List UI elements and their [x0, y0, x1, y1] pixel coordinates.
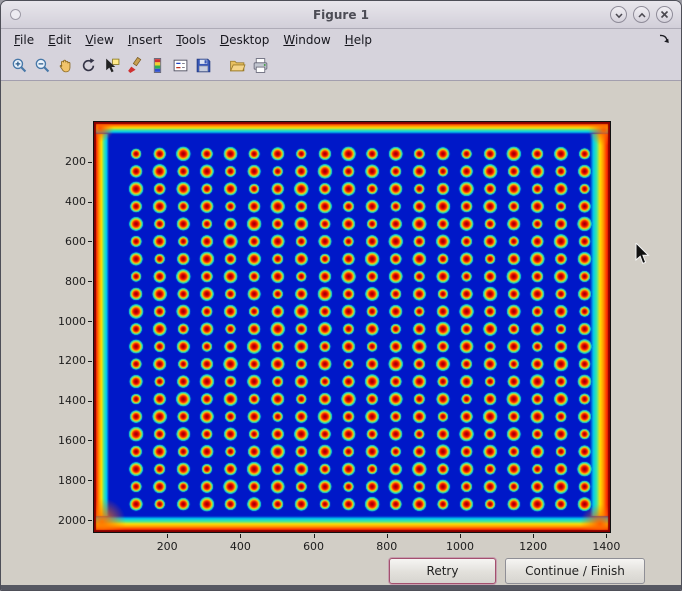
pan-icon: [57, 57, 74, 74]
menu-item-window[interactable]: Window: [276, 31, 337, 49]
x-tick-label: 1400: [586, 540, 626, 553]
menu-item-desktop[interactable]: Desktop: [213, 31, 277, 49]
x-tick-mark: [240, 534, 241, 538]
y-tick-mark: [88, 361, 92, 362]
zoom-out-icon: [34, 57, 51, 74]
x-tick-label: 800: [367, 540, 407, 553]
plot-area: [93, 121, 611, 533]
y-tick-label: 1600: [44, 434, 86, 447]
continue-finish-button[interactable]: Continue / Finish: [505, 558, 645, 584]
y-tick-label: 1000: [44, 315, 86, 328]
y-tick-mark: [88, 520, 92, 521]
print-button[interactable]: [249, 55, 271, 77]
zoom-in-icon: [11, 57, 28, 74]
save-icon: [195, 57, 212, 74]
window-bottom-edge: [1, 585, 681, 590]
y-tick-label: 1400: [44, 394, 86, 407]
figure-window: Figure 1 FileEditViewInsertToolsDesktopW…: [0, 0, 682, 591]
brush-icon: [126, 57, 143, 74]
x-tick-mark: [533, 534, 534, 538]
x-tick-mark: [314, 534, 315, 538]
menu-item-tools[interactable]: Tools: [169, 31, 213, 49]
y-tick-label: 1800: [44, 474, 86, 487]
y-tick-label: 200: [44, 155, 86, 168]
y-tick-mark: [88, 321, 92, 322]
x-tick-label: 400: [220, 540, 260, 553]
x-tick-mark: [387, 534, 388, 538]
zoom-in-button[interactable]: [8, 55, 30, 77]
y-tick-label: 600: [44, 235, 86, 248]
x-tick-mark: [460, 534, 461, 538]
figure-image[interactable]: [94, 122, 610, 532]
save-button[interactable]: [192, 55, 214, 77]
window-menu-icon[interactable]: [10, 9, 21, 20]
menu-item-insert[interactable]: Insert: [121, 31, 169, 49]
y-tick-label: 800: [44, 275, 86, 288]
toolbar: [1, 51, 681, 81]
menu-bar: FileEditViewInsertToolsDesktopWindowHelp: [1, 29, 681, 51]
y-tick-label: 2000: [44, 514, 86, 527]
data-cursor-icon: [103, 57, 120, 74]
window-title: Figure 1: [1, 8, 681, 22]
y-tick-mark: [88, 241, 92, 242]
data-cursor-button[interactable]: [100, 55, 122, 77]
x-tick-label: 1200: [513, 540, 553, 553]
legend-icon: [172, 57, 189, 74]
menu-item-edit[interactable]: Edit: [41, 31, 78, 49]
close-icon: [660, 7, 669, 22]
open-icon: [229, 57, 246, 74]
menu-item-file[interactable]: File: [7, 31, 41, 49]
menu-item-help[interactable]: Help: [338, 31, 379, 49]
retry-button[interactable]: Retry: [389, 558, 496, 584]
y-tick-mark: [88, 162, 92, 163]
colorbar-icon: [149, 57, 166, 74]
y-tick-mark: [88, 202, 92, 203]
rotate-3d-icon: [80, 57, 97, 74]
x-tick-label: 600: [294, 540, 334, 553]
title-bar[interactable]: Figure 1: [1, 1, 681, 29]
x-tick-mark: [606, 534, 607, 538]
y-tick-label: 400: [44, 195, 86, 208]
brush-button[interactable]: [123, 55, 145, 77]
x-tick-label: 200: [147, 540, 187, 553]
print-icon: [252, 57, 269, 74]
chevron-down-icon: [614, 7, 624, 22]
colorbar-button[interactable]: [146, 55, 168, 77]
open-button[interactable]: [226, 55, 248, 77]
zoom-out-button[interactable]: [31, 55, 53, 77]
dock-figure-button[interactable]: [658, 32, 671, 48]
legend-button[interactable]: [169, 55, 191, 77]
y-tick-mark: [88, 401, 92, 402]
y-tick-mark: [88, 281, 92, 282]
y-tick-mark: [88, 480, 92, 481]
maximize-button[interactable]: [633, 6, 650, 23]
x-tick-mark: [167, 534, 168, 538]
close-button[interactable]: [656, 6, 673, 23]
menu-item-view[interactable]: View: [78, 31, 120, 49]
y-tick-label: 1200: [44, 354, 86, 367]
minimize-button[interactable]: [610, 6, 627, 23]
x-tick-label: 1000: [440, 540, 480, 553]
chevron-up-icon: [637, 7, 647, 22]
figure-area: Retry Continue / Finish 200 400 600 800 1000…: [1, 81, 681, 585]
dock-arrow-icon: [658, 32, 671, 48]
y-tick-mark: [88, 440, 92, 441]
rotate-3d-button[interactable]: [77, 55, 99, 77]
pan-button[interactable]: [54, 55, 76, 77]
